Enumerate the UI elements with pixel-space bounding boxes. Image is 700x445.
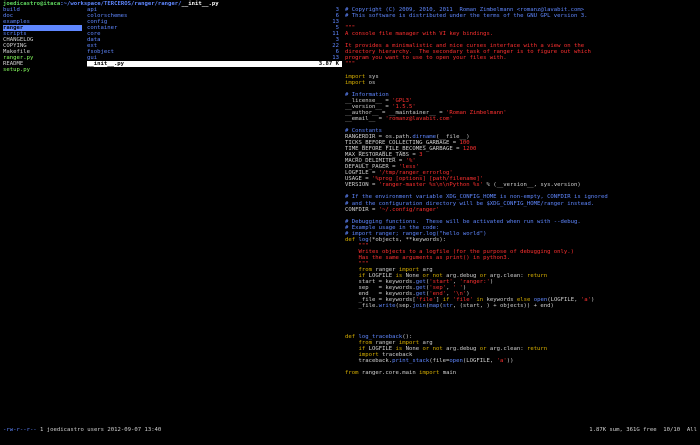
entry-count: 3.87 K [318,61,339,68]
file-permissions: -rw-r--r-- [3,427,37,433]
file-info: -rw-r--r-- 1 joedicastro users 2012-09-0… [3,427,161,433]
code-token: import [419,369,440,376]
current-directory-column[interactable]: api 3 colorschemes 6 config 13 container 5 core 1… [87,7,342,68]
code-line: from ranger.core.main import main [345,370,697,376]
entry-name: setup.py [3,67,30,74]
file-entry[interactable]: setup.py [3,67,82,73]
file-owner-date: 1 joedicastro users 2012-09-07 13:40 [36,427,162,433]
entry-name: __init__.py [87,61,125,68]
code-token: main [439,369,457,376]
status-bar: -rw-r--r-- 1 joedicastro users 2012-09-0… [3,427,697,434]
file-preview-pane: # Copyright (C) 2009, 2010, 2011 Roman Z… [345,7,697,376]
code-token: from [345,369,359,376]
code-token: ranger.core.main [358,369,420,376]
disk-summary: 1.87K sum, 361G free 10/10 All [589,427,697,433]
file-entry[interactable]: __init__.py 3.87 K [87,61,342,68]
parent-directory-column[interactable]: build doc examples ranger scripts CHANGELOG CO… [3,7,82,74]
